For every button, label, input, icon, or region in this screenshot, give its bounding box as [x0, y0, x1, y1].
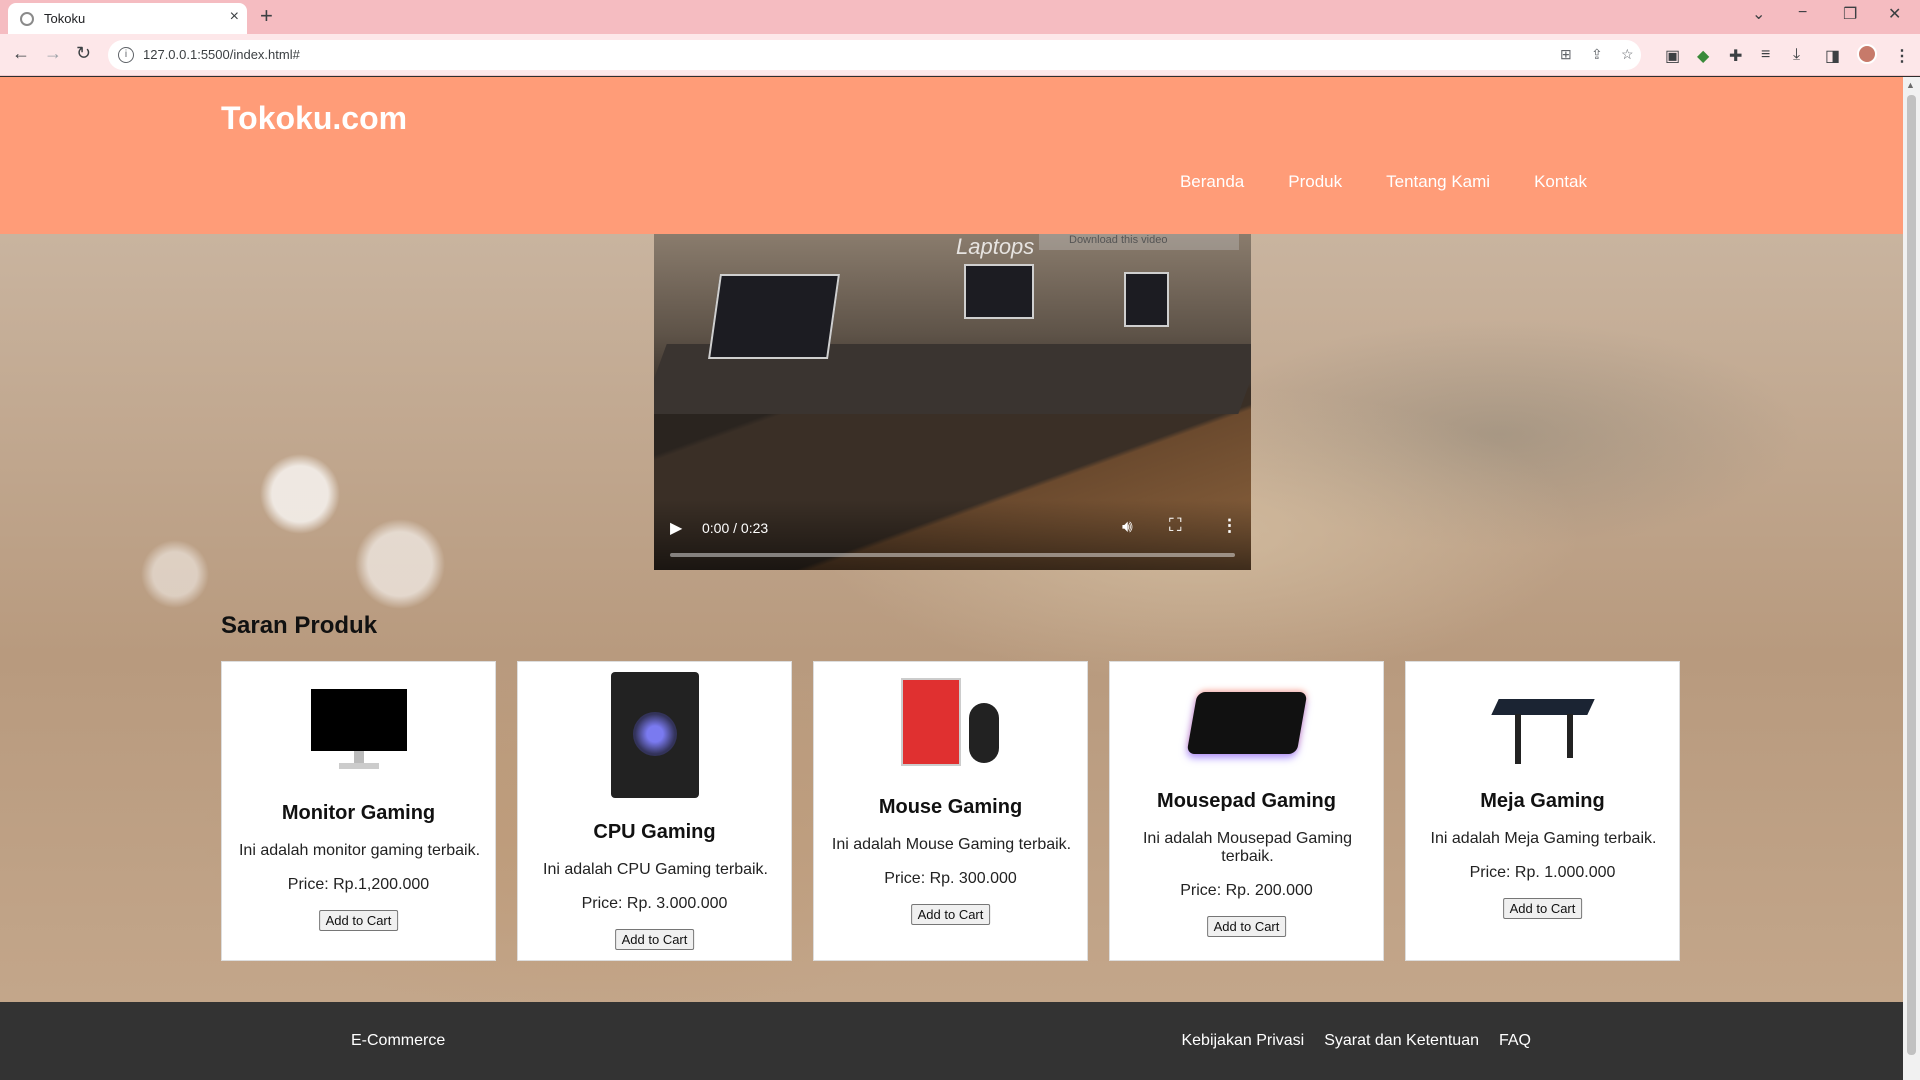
product-description: Ini adalah Mouse Gaming terbaik.	[831, 836, 1072, 853]
extension-icon[interactable]: ◆	[1697, 46, 1709, 66]
video-player[interactable]: Laptops Download this video ▶ 0:00 / 0:2…	[654, 234, 1251, 570]
add-to-cart-button[interactable]: Add to Cart	[1502, 898, 1583, 919]
laptop-image	[964, 264, 1034, 319]
scrollbar-thumb[interactable]	[1907, 95, 1916, 1055]
restore-icon[interactable]: ❐	[1843, 4, 1857, 24]
product-card: Meja Gaming Ini adalah Meja Gaming terba…	[1405, 661, 1680, 961]
site-footer: E-Commerce Kebijakan Privasi Syarat dan …	[0, 1002, 1903, 1080]
nav-link-produk[interactable]: Produk	[1288, 172, 1342, 192]
back-icon[interactable]: ←	[12, 43, 30, 64]
page-scrollbar[interactable]: ▲	[1903, 77, 1920, 1080]
footer-links: Kebijakan Privasi Syarat dan Ketentuan F…	[1181, 1032, 1531, 1050]
gaming-desk-image	[1490, 674, 1595, 770]
product-price: Price: Rp.1,200.000	[287, 876, 430, 893]
product-card: CPU Gaming Ini adalah CPU Gaming terbaik…	[517, 661, 792, 961]
product-name: Meja Gaming	[1480, 790, 1605, 812]
product-description: Ini adalah Mousepad Gaming terbaik.	[1142, 830, 1353, 865]
product-description: Ini adalah monitor gaming terbaik.	[238, 842, 481, 859]
share-icon[interactable]: ⇪	[1591, 46, 1603, 63]
browser-toolbar: ← → ↻ i 127.0.0.1:5500/index.html# ⊞ ⇪ ☆…	[0, 34, 1920, 76]
fullscreen-icon[interactable]: ⛶	[1169, 515, 1182, 536]
product-description: Ini adalah CPU Gaming terbaik.	[543, 861, 768, 878]
cpu-case-image	[610, 672, 699, 798]
browser-tab-strip: Tokoku × + ⌄ − ❐ ✕	[0, 0, 1920, 34]
laptop-image	[708, 274, 840, 359]
add-to-cart-button[interactable]: Add to Cart	[1206, 916, 1287, 937]
product-card: Mouse Gaming Ini adalah Mouse Gaming ter…	[813, 661, 1088, 961]
nav-link-kontak[interactable]: Kontak	[1534, 172, 1587, 192]
more-options-icon[interactable]: ⋮	[1221, 516, 1238, 536]
info-icon[interactable]: i	[118, 47, 134, 63]
extension-icon[interactable]: ▣	[1665, 46, 1680, 66]
product-price: Price: Rp. 3.000.000	[581, 895, 728, 912]
browser-tab[interactable]: Tokoku ×	[8, 3, 247, 34]
section-title: Saran Produk	[221, 612, 378, 639]
mousepad-image	[1186, 692, 1307, 754]
video-controls: ▶ 0:00 / 0:23 🔊︎ ⛶ ⋮	[654, 500, 1251, 570]
new-tab-button[interactable]: +	[260, 3, 273, 29]
add-to-cart-button[interactable]: Add to Cart	[614, 929, 695, 950]
play-icon[interactable]: ▶	[670, 518, 682, 538]
bookmark-star-icon[interactable]: ☆	[1621, 46, 1634, 63]
forward-icon[interactable]: →	[44, 43, 62, 64]
product-price: Price: Rp. 1.000.000	[1469, 864, 1616, 881]
footer-link-faq[interactable]: FAQ	[1499, 1032, 1531, 1050]
mouse-image	[900, 678, 1001, 768]
volume-icon[interactable]: 🔊︎	[1122, 517, 1133, 537]
nav-link-tentang-kami[interactable]: Tentang Kami	[1386, 172, 1490, 192]
tab-title: Tokoku	[44, 11, 86, 26]
footer-brand: E-Commerce	[351, 1032, 446, 1049]
product-price: Price: Rp. 200.000	[1180, 882, 1313, 899]
product-card: Monitor Gaming Ini adalah monitor gaming…	[221, 661, 496, 961]
side-panel-icon[interactable]: ◨	[1825, 46, 1840, 66]
footer-link-privacy[interactable]: Kebijakan Privasi	[1181, 1032, 1304, 1050]
tab-search-icon[interactable]: ⌄	[1752, 4, 1765, 24]
reload-icon[interactable]: ↻	[76, 43, 91, 64]
product-name: Mousepad Gaming	[1157, 790, 1336, 812]
product-price: Price: Rp. 300.000	[884, 870, 1017, 887]
close-window-icon[interactable]: ✕	[1888, 4, 1901, 24]
translate-icon[interactable]: ⊞	[1560, 46, 1572, 63]
profile-avatar[interactable]	[1857, 44, 1877, 64]
puzzle-extensions-icon[interactable]: ✚	[1729, 46, 1742, 66]
nav-link-beranda[interactable]: Beranda	[1180, 172, 1244, 192]
product-name: CPU Gaming	[593, 821, 716, 843]
laptop-image	[1124, 272, 1169, 327]
close-tab-icon[interactable]: ×	[230, 8, 239, 26]
main-nav: Beranda Produk Tentang Kami Kontak	[1180, 172, 1587, 192]
scroll-up-icon[interactable]: ▲	[1906, 80, 1915, 90]
add-to-cart-button[interactable]: Add to Cart	[318, 910, 399, 931]
url-text: 127.0.0.1:5500/index.html#	[143, 47, 300, 62]
monitor-image	[310, 689, 407, 771]
product-description: Ini adalah Meja Gaming terbaik.	[1430, 830, 1657, 847]
media-icon[interactable]: ≡	[1761, 46, 1770, 64]
video-progress-bar[interactable]	[670, 553, 1235, 557]
menu-dots-icon[interactable]: ⋮	[1894, 46, 1910, 66]
product-name: Monitor Gaming	[281, 802, 436, 824]
page-viewport: Tokoku.com Beranda Produk Tentang Kami K…	[0, 77, 1903, 1080]
product-name: Mouse Gaming	[878, 796, 1023, 818]
footer-link-terms[interactable]: Syarat dan Ketentuan	[1324, 1032, 1479, 1050]
add-to-cart-button[interactable]: Add to Cart	[910, 904, 991, 925]
address-bar[interactable]: i 127.0.0.1:5500/index.html# ⊞ ⇪ ☆	[108, 40, 1641, 70]
download-icon[interactable]: ⤓	[1793, 46, 1800, 64]
site-logo[interactable]: Tokoku.com	[221, 100, 407, 137]
video-time: 0:00 / 0:23	[702, 520, 769, 536]
download-video-bar[interactable]: Download this video	[1039, 234, 1239, 250]
minimize-icon[interactable]: −	[1798, 4, 1807, 22]
product-card: Mousepad Gaming Ini adalah Mousepad Gami…	[1109, 661, 1384, 961]
site-header: Tokoku.com Beranda Produk Tentang Kami K…	[0, 77, 1903, 234]
globe-icon	[20, 12, 34, 26]
video-caption: Laptops	[956, 234, 1035, 259]
